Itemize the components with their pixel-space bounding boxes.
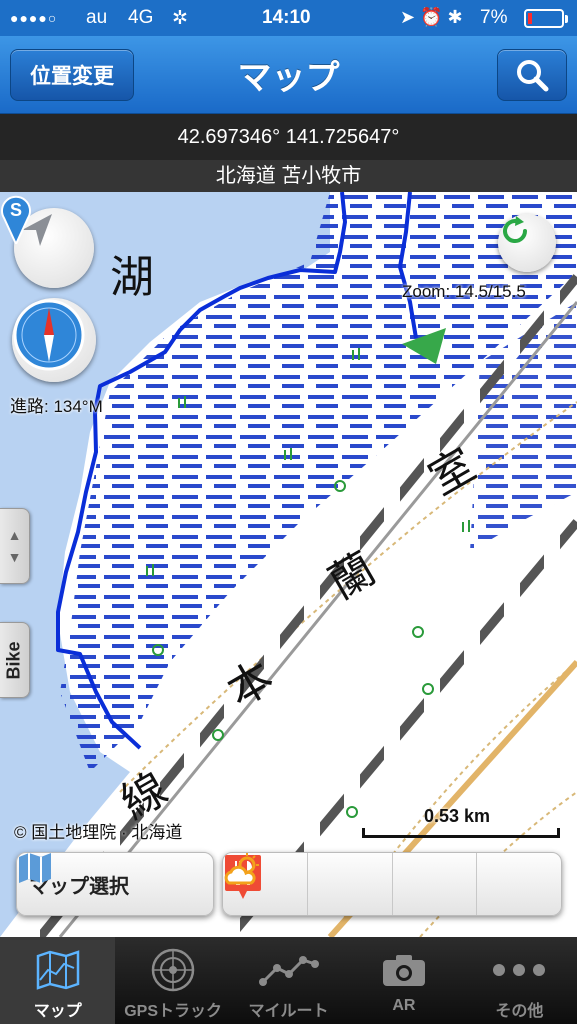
camera-icon [382, 955, 425, 986]
zoom-level: Zoom: 14.5/15.5 [402, 282, 526, 301]
weather-icon [224, 853, 259, 885]
network-type: 4G [128, 7, 154, 28]
route-icon [258, 956, 319, 986]
map-label: 蘭 [321, 543, 385, 609]
compass-button[interactable] [12, 298, 96, 382]
weather-button[interactable] [224, 853, 561, 915]
signal-strength: ●●●●○ [10, 10, 58, 26]
scale-bar [362, 828, 560, 838]
tab-label: マップ [33, 1003, 82, 1020]
activity-spinner-icon: ✲ [172, 8, 188, 29]
carrier-name: au [86, 7, 108, 28]
bike-tab-label: Bike [4, 640, 24, 680]
map-action-toolbar [222, 852, 562, 916]
navigation-bar: 位置変更 マップ [0, 36, 577, 114]
search-icon [517, 60, 549, 92]
battery-icon [524, 9, 568, 28]
tab-label: GPSトラック [124, 1003, 222, 1020]
add-button[interactable] [225, 853, 393, 915]
tab-my-route[interactable]: マイルート [231, 937, 346, 1024]
tab-gps-track[interactable]: GPSトラック [115, 937, 230, 1024]
battery-percent: 7% [480, 7, 508, 28]
tab-label: AR [392, 997, 416, 1014]
bike-mode-tab[interactable]: Bike [0, 622, 30, 698]
tab-label: その他 [495, 1003, 544, 1020]
place-name: 北海道 苫小牧市 [0, 160, 577, 192]
map-copyright: © 国土地理院 · 北海道 [14, 823, 183, 842]
tab-more[interactable]: その他 [462, 937, 577, 1024]
tab-map[interactable]: マップ [0, 937, 116, 1024]
map-select-button[interactable]: マップ選択 [16, 852, 214, 916]
tab-label: マイルート [248, 1003, 329, 1020]
start-marker-label: S [10, 200, 22, 220]
more-icon [493, 964, 546, 976]
map-icon [19, 853, 51, 883]
tab-bar: マップ GPSトラック マイルート AR その他 [0, 937, 577, 1024]
layer-scroll-tab[interactable]: ▲ ▼ [0, 508, 30, 584]
rotate-reset-button[interactable] [498, 214, 556, 272]
tab-ar[interactable]: AR [346, 937, 461, 1024]
status-icons: ➤ ⏰ ✱ [400, 7, 463, 27]
page-title: マップ [237, 59, 340, 97]
restaurant-button[interactable] [225, 853, 478, 915]
radar-icon [151, 948, 195, 992]
map-view[interactable]: 湖 室 蘭 本 線 Zoom: 14.5/15.5 進路: 134°M ▲ ▼ … [0, 192, 577, 937]
heading-readout: 進路: 134°M [10, 397, 103, 416]
refresh-icon [503, 216, 528, 244]
coordinates-display: 42.697346° 141.725647° [0, 114, 577, 160]
arrow-down-icon: ▼ [7, 549, 22, 565]
compass-icon [13, 299, 85, 371]
clock: 14:10 [262, 7, 311, 28]
map-icon [36, 950, 79, 990]
status-bar: ●●●●○ au 4G ✲ 14:10 ➤ ⏰ ✱ 7% [0, 0, 577, 36]
start-marker-icon[interactable]: S [0, 192, 32, 244]
map-label: 湖 [110, 252, 154, 303]
search-button[interactable] [497, 49, 567, 101]
scale-label: 0.53 km [424, 806, 491, 826]
arrow-up-icon: ▲ [7, 527, 22, 543]
